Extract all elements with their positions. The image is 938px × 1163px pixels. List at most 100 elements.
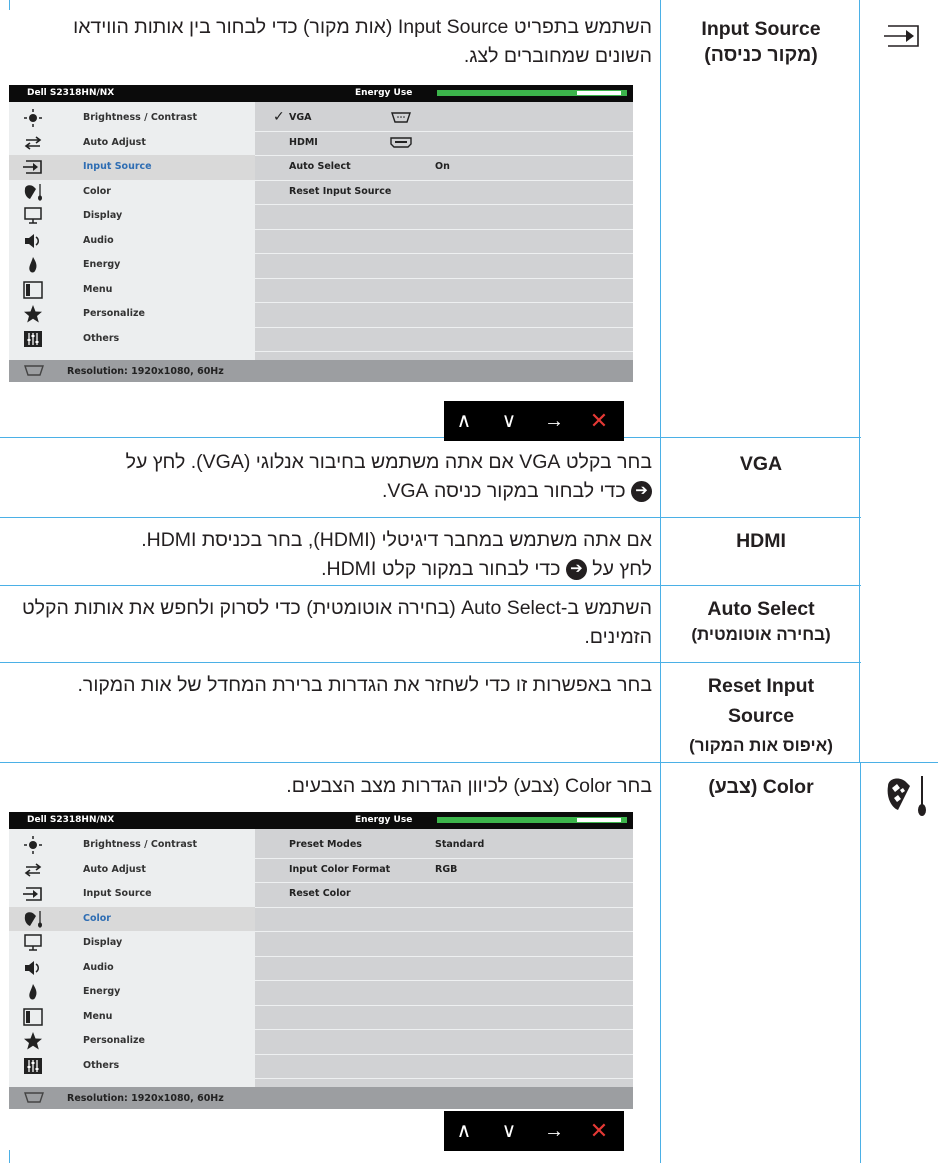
color-description: בחר Color (צבע) לכיוון הגדרות מצב הצבעים… — [286, 775, 652, 797]
osd-resolution: Resolution: 1920x1080, 60Hz — [67, 366, 224, 377]
osd-submenu: ✓ VGA HDMI Auto Select On Reset Input Source — [255, 102, 633, 360]
display-icon — [23, 207, 43, 225]
osd-menu-item[interactable]: Energy — [9, 253, 255, 278]
osd-option-name: Reset Input Source — [289, 185, 392, 197]
row-divider — [0, 517, 861, 518]
right-arrow-icon[interactable]: → — [534, 401, 574, 441]
osd-option-name: Input Color Format — [289, 863, 391, 875]
osd-footer: Resolution: 1920x1080, 60Hz — [9, 1087, 633, 1109]
osd-menu-label: Display — [83, 937, 123, 948]
osd-option-value: On — [435, 161, 450, 172]
down-icon[interactable]: ∨ — [489, 401, 529, 441]
auto-select-label: Auto Select (בחירה אוטומטית) — [691, 598, 831, 644]
osd-menu-label: Input Source — [83, 888, 152, 899]
check-icon: ✓ — [273, 109, 285, 125]
color-icon — [23, 910, 43, 928]
input-source-description: השתמש בתפריט Input Source (אות מקור) כדי… — [73, 16, 652, 67]
osd-submenu-row[interactable]: Reset Input Source — [255, 180, 633, 205]
reset-input-source-description: בחר באפשרות זו כדי לשחזר את הגדרות ברירת… — [77, 674, 653, 696]
osd-submenu-row — [255, 278, 633, 303]
osd-menu-item[interactable]: Energy — [9, 980, 255, 1005]
osd-menu-item[interactable]: Brightness / Contrast — [9, 833, 255, 858]
personalize-icon — [23, 305, 43, 323]
row-divider — [0, 585, 861, 586]
osd-menu-item[interactable]: Auto Adjust — [9, 858, 255, 883]
osd-color-screenshot: Dell S2318HN/NX Energy Use Brightness / … — [9, 812, 633, 1109]
osd-menu-item[interactable]: Display — [9, 931, 255, 956]
osd-menu-label: Audio — [83, 961, 114, 973]
hdmi-connector-icon — [390, 136, 412, 148]
osd-option-name: HDMI — [289, 136, 318, 148]
osd-option-name: Auto Select — [289, 161, 351, 172]
right-arrow-icon[interactable]: → — [534, 1111, 574, 1151]
osd-menu-item[interactable]: Auto Adjust — [9, 131, 255, 156]
brightness-icon — [23, 836, 43, 854]
osd-menu-item[interactable]: Color — [9, 906, 255, 931]
menu-icon — [23, 280, 43, 299]
osd-submenu-row[interactable]: Auto Select On — [255, 155, 633, 181]
osd-option-value: Standard — [435, 839, 485, 850]
osd-option-value: RGB — [435, 863, 458, 875]
osd-menu-item[interactable]: Color — [9, 180, 255, 205]
vga-label: VGA — [739, 453, 783, 475]
osd-submenu-row[interactable]: ✓ VGA — [255, 106, 633, 132]
color-icon — [887, 776, 926, 816]
row-divider — [0, 762, 938, 763]
osd-submenu-row — [255, 980, 633, 1006]
osd-submenu-row[interactable]: Reset Color — [255, 882, 633, 908]
down-icon[interactable]: ∨ — [489, 1111, 529, 1151]
hdmi-description-line1: אם אתה משתמש במחבר דיגיטלי (HDMI), בחר ב… — [141, 529, 652, 551]
table-border-outer — [9, 0, 10, 10]
reset-input-source-label: Reset Input Source (איפוס אות המקור) — [689, 675, 833, 755]
osd-menu-label: Color — [83, 912, 111, 924]
osd-menu-item[interactable]: Input Source — [9, 882, 255, 907]
osd-menu-item[interactable]: Others — [9, 1054, 255, 1079]
osd-menu-label: Auto Adjust — [83, 136, 146, 148]
osd-submenu-row — [255, 1005, 633, 1030]
color-label: Color (צבע) — [708, 776, 814, 798]
up-icon[interactable]: ∧ — [444, 401, 484, 441]
osd-submenu-row — [255, 229, 633, 254]
right-circle-icon: ➔ — [565, 559, 587, 581]
osd-menu-label: Others — [83, 1059, 120, 1071]
osd-submenu-row[interactable]: HDMI — [255, 131, 633, 156]
energy-bar — [437, 90, 627, 96]
osd-menu-label: Menu — [83, 283, 113, 295]
others-icon — [23, 1057, 43, 1075]
osd-menu-label: Energy — [83, 259, 121, 270]
osd-menu-item[interactable]: Others — [9, 327, 255, 352]
osd-menu-item[interactable]: Audio — [9, 956, 255, 981]
osd-menu-label: Brightness / Contrast — [83, 839, 197, 850]
hdmi-description: אם אתה משתמש במחבר דיגיטלי (HDMI), בחר ב… — [12, 526, 652, 584]
osd-menu-item[interactable]: Audio — [9, 229, 255, 254]
osd-menu-label: Display — [83, 210, 123, 221]
table-border-center — [660, 0, 661, 1163]
osd-menu-item[interactable]: Brightness / Contrast — [9, 106, 255, 131]
osd-menu-label: Auto Adjust — [83, 863, 146, 875]
osd-menu-item[interactable]: Input Source — [9, 155, 255, 180]
osd-input-source-screenshot: Dell S2318HN/NX Energy Use Brightness / … — [9, 85, 633, 382]
osd-menu-label: Personalize — [83, 308, 145, 319]
up-icon[interactable]: ∧ — [444, 1111, 484, 1151]
osd-menu-label: Personalize — [83, 1035, 145, 1046]
osd-submenu-row[interactable]: Input Color Format RGB — [255, 858, 633, 883]
osd-model: Dell S2318HN/NX — [27, 815, 115, 825]
osd-nav-buttons: ∧ ∨ → ✕ — [444, 1111, 624, 1151]
vga-description-line1: בחר בקלט VGA אם אתה משתמש בחיבור אנלוגי … — [125, 451, 652, 473]
input-source-icon — [884, 25, 919, 47]
osd-menu-item[interactable]: Menu — [9, 1005, 255, 1030]
close-icon[interactable]: ✕ — [579, 401, 619, 441]
osd-menu-item[interactable]: Display — [9, 204, 255, 229]
osd-menu-item[interactable]: Personalize — [9, 302, 255, 327]
audio-icon — [23, 959, 43, 977]
osd-submenu-row[interactable]: Preset Modes Standard — [255, 833, 633, 859]
osd-menu-item[interactable]: Personalize — [9, 1029, 255, 1054]
table-border-outer-bottom — [9, 1150, 10, 1163]
osd-menu-label: Menu — [83, 1010, 113, 1022]
audio-icon — [23, 232, 43, 250]
osd-menu-item[interactable]: Menu — [9, 278, 255, 303]
osd-menu-label: Others — [83, 332, 120, 344]
osd-submenu: Preset Modes Standard Input Color Format RG… — [255, 829, 633, 1087]
osd-nav-buttons: ∧ ∨ → ✕ — [444, 401, 624, 441]
close-icon[interactable]: ✕ — [579, 1111, 619, 1151]
